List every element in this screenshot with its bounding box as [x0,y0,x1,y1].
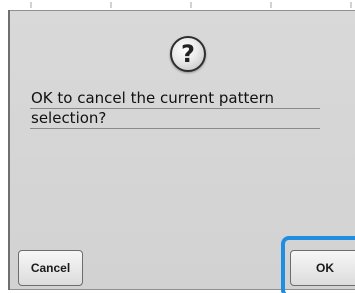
background-strip [0,2,355,8]
question-mark-icon: ? [170,36,206,72]
cancel-button-label: Cancel [30,261,71,275]
ok-button-label: OK [316,261,334,275]
cancel-button[interactable]: Cancel [18,250,83,286]
message-line-2: selection? [30,109,320,129]
message-line-1: OK to cancel the current pattern [30,89,320,109]
dialog-left-edge [8,10,10,290]
question-mark-glyph: ? [181,40,195,68]
dialog-message: OK to cancel the current pattern selecti… [30,89,320,129]
screen: ? OK to cancel the current pattern selec… [0,0,355,293]
ok-button[interactable]: OK [290,250,355,286]
